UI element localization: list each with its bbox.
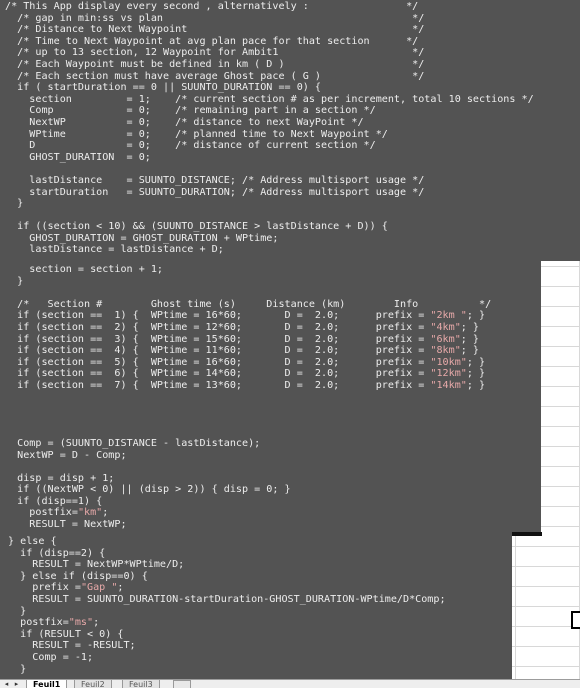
- code-line: Comp = 0; /* remaining part in a section…: [5, 105, 376, 117]
- code-line: if (section == 3) { WPtime = 15*60; D = …: [5, 333, 480, 345]
- code-line: WPtime = 0; /* planned time to Next Wayp…: [5, 128, 388, 140]
- code-line: D = 0; /* distance of current section */: [5, 140, 376, 152]
- code-line: RESULT = -RESULT;: [8, 640, 136, 652]
- code-line: if ( startDuration == 0 || SUUNTO_DURATI…: [5, 82, 322, 94]
- code-line: if (section == 4) { WPtime = 11*60; D = …: [5, 345, 480, 357]
- panel-seam: [512, 532, 542, 536]
- code-line: if ((section < 10) && (SUUNTO_DISTANCE >…: [5, 221, 388, 233]
- code-line: prefix ="Gap ";: [8, 582, 124, 594]
- code-line: }: [5, 275, 24, 287]
- code-line: postfix="km";: [5, 507, 109, 519]
- code-line: postfix="ms";: [8, 617, 100, 629]
- code-panel-middle: section = section + 1; } /* Section # Gh…: [0, 261, 541, 536]
- code-block-bottom: } else { if (disp==2) { RESULT = NextWP*…: [8, 536, 446, 675]
- code-line: RESULT = NextWP;: [5, 519, 127, 531]
- code-line: Comp = (SUUNTO_DISTANCE - lastDistance);: [5, 437, 261, 449]
- code-line: /* Each Waypoint must be defined in km (…: [5, 58, 425, 70]
- code-line: /* This App display every second , alter…: [5, 1, 419, 12]
- code-line: } else if (disp==0) {: [8, 570, 148, 582]
- code-line: /* Each section must have average Ghost …: [5, 70, 425, 82]
- active-cell-cursor[interactable]: [571, 611, 580, 629]
- code-line: if (RESULT < 0) {: [8, 628, 124, 640]
- code-line: /* up to 13 section, 12 Waypoint for Amb…: [5, 47, 425, 59]
- code-line: disp = disp + 1;: [5, 472, 115, 484]
- code-panel-top: /* This App display every second , alter…: [0, 0, 580, 261]
- code-line: /* Time to Next Waypoint at avg plan pac…: [5, 35, 419, 47]
- code-block-top: /* This App display every second , alter…: [5, 1, 534, 256]
- code-line: } else {: [8, 536, 57, 547]
- code-line: section = 1; /* current section # as per…: [5, 93, 534, 105]
- code-line: section = section + 1;: [5, 264, 164, 275]
- code-line: lastDistance = SUUNTO_DISTANCE; /* Addre…: [5, 174, 425, 186]
- code-line: GHOST_DURATION = GHOST_DURATION + WPtime…: [5, 232, 279, 244]
- code-line: Comp = -1;: [8, 651, 94, 663]
- code-line: if (section == 1) { WPtime = 16*60; D = …: [5, 310, 486, 322]
- code-line: }: [5, 198, 24, 210]
- code-line: /* gap in min:ss vs plan */: [5, 12, 425, 24]
- code-line: GHOST_DURATION = 0;: [5, 151, 151, 163]
- code-line: NextWP = D - Comp;: [5, 449, 127, 461]
- code-block-middle: section = section + 1; } /* Section # Gh…: [5, 264, 491, 531]
- code-line: lastDistance = lastDistance + D;: [5, 244, 224, 256]
- code-line: /* Section # Ghost time (s) Distance (km…: [5, 298, 492, 310]
- code-line: if (section == 5) { WPtime = 16*60; D = …: [5, 356, 486, 368]
- code-line: }: [8, 605, 27, 617]
- code-line: RESULT = NextWP*WPtime/D;: [8, 559, 185, 571]
- code-line: if (disp==2) {: [8, 547, 106, 559]
- code-line: if ((NextWP < 0) || (disp > 2)) { disp =…: [5, 484, 291, 496]
- code-line: }: [8, 663, 27, 675]
- code-panel-bottom: } else { if (disp==2) { RESULT = NextWP*…: [0, 536, 512, 679]
- code-line: if (section == 6) { WPtime = 14*60; D = …: [5, 368, 486, 380]
- code-line: RESULT = SUUNTO_DURATION-startDuration-G…: [8, 593, 446, 605]
- code-line: NextWP = 0; /* distance to next WayPoint…: [5, 116, 364, 128]
- code-line: /* Distance to Next Waypoint */: [5, 24, 425, 36]
- code-line: if (section == 2) { WPtime = 12*60; D = …: [5, 321, 480, 333]
- code-line: if (section == 7) { WPtime = 13*60; D = …: [5, 379, 486, 391]
- code-line: startDuration = SUUNTO_DURATION; /* Addr…: [5, 186, 425, 198]
- code-line: if (disp==1) {: [5, 495, 103, 507]
